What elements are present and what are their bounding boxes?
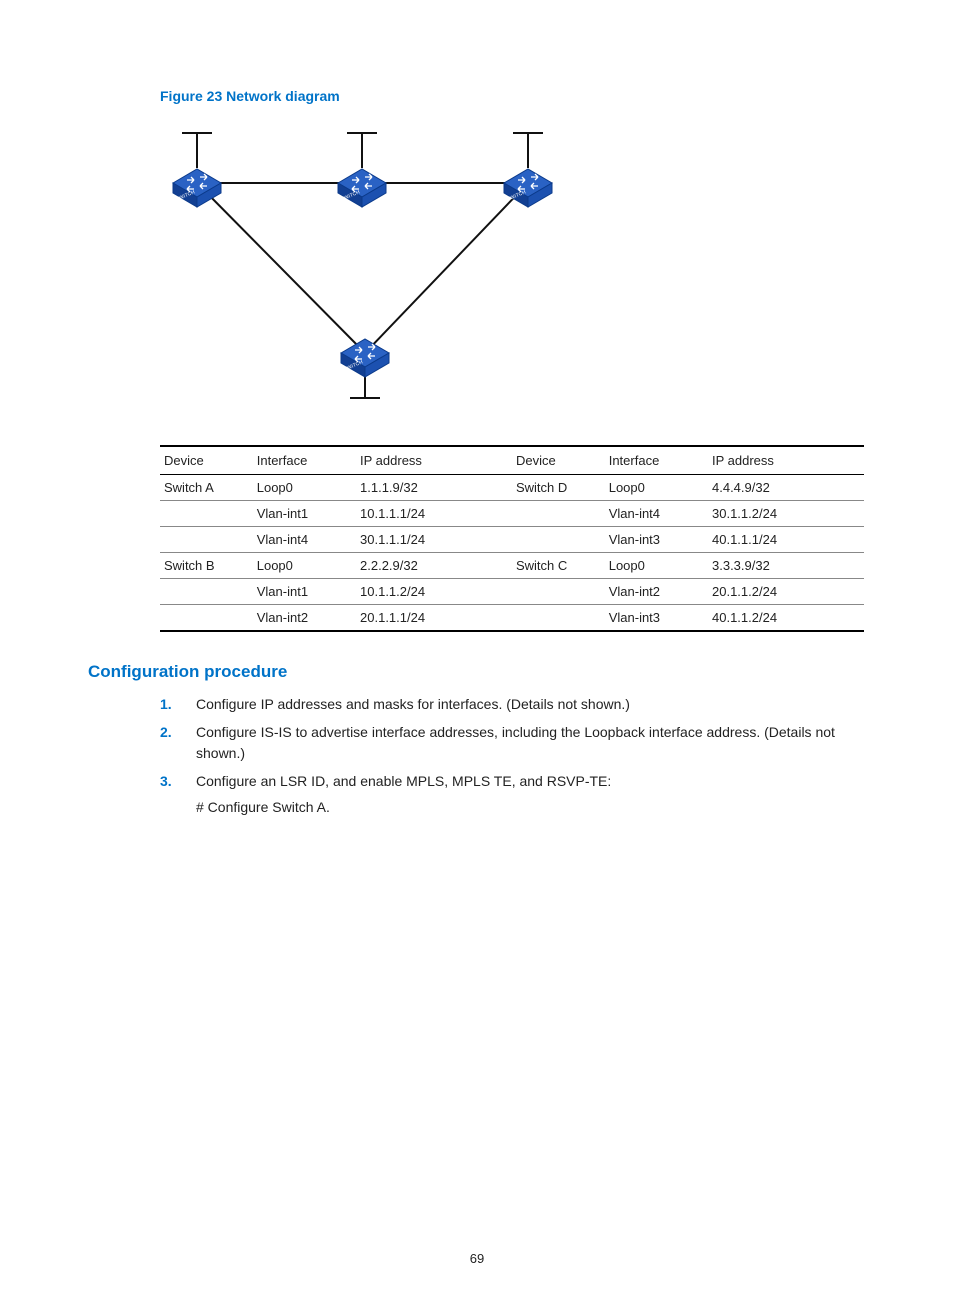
step-item: Configure IP addresses and masks for int… — [160, 694, 866, 714]
table-row: Vlan-int110.1.1.1/24Vlan-int430.1.1.2/24 — [160, 501, 864, 527]
table-row: Switch ALoop01.1.1.9/32Switch DLoop04.4.… — [160, 475, 864, 501]
section-heading: Configuration procedure — [88, 662, 866, 682]
page-number: 69 — [0, 1251, 954, 1266]
interface-table: Device Interface IP address Device Inter… — [160, 445, 866, 632]
step-item: Configure an LSR ID, and enable MPLS, MP… — [160, 771, 866, 818]
table-row: Vlan-int110.1.1.2/24Vlan-int220.1.1.2/24 — [160, 579, 864, 605]
th-device-left: Device — [160, 446, 253, 475]
table-row: Vlan-int430.1.1.1/24Vlan-int340.1.1.1/24 — [160, 527, 864, 553]
th-device-right: Device — [512, 446, 605, 475]
th-ip-left: IP address — [356, 446, 512, 475]
table-row: Vlan-int220.1.1.1/24Vlan-int340.1.1.2/24 — [160, 605, 864, 632]
switch-icon: SWITCH SWITCH SWITCH SWITC — [173, 169, 552, 377]
network-diagram: SWITCH SWITCH SWITCH SWITC — [160, 128, 866, 421]
steps-list: Configure IP addresses and masks for int… — [160, 694, 866, 817]
th-ip-right: IP address — [708, 446, 864, 475]
step-item: Configure IS-IS to advertise interface a… — [160, 722, 866, 763]
figure-title: Figure 23 Network diagram — [160, 88, 866, 104]
th-interface-right: Interface — [605, 446, 708, 475]
th-interface-left: Interface — [253, 446, 356, 475]
table-row: Switch BLoop02.2.2.9/32Switch CLoop03.3.… — [160, 553, 864, 579]
